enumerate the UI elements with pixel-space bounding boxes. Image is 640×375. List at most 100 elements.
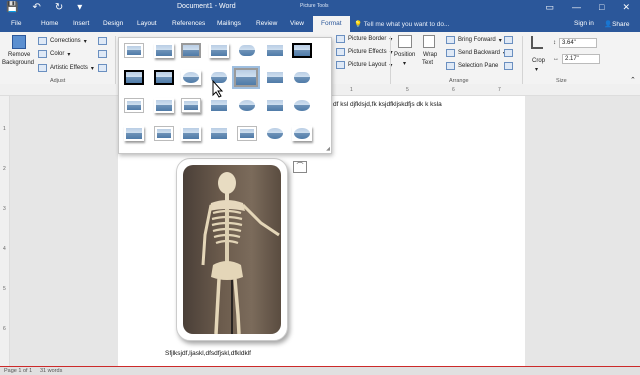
chevron-down-icon: ▾ <box>498 37 502 44</box>
sign-in-link[interactable]: Sign in <box>574 20 594 27</box>
selected-picture[interactable] <box>176 158 288 341</box>
remove-background-label: Background <box>2 60 35 66</box>
customize-qat-icon[interactable]: ▾ <box>77 2 82 13</box>
selection-pane-label: Selection Pane <box>458 63 499 69</box>
change-picture-icon[interactable] <box>98 50 107 58</box>
ribbon-display-icon[interactable]: ▭ <box>546 2 555 13</box>
close-button[interactable]: ✕ <box>622 2 630 13</box>
style-rounded-diagonal[interactable] <box>237 43 257 58</box>
reset-picture-icon[interactable] <box>98 64 107 72</box>
style-compound-frame[interactable] <box>292 98 312 113</box>
collapse-ribbon-icon[interactable]: ⌃ <box>630 76 636 84</box>
artistic-effects-button[interactable]: Artistic Effects ▾ <box>38 64 94 72</box>
style-thumbnail-image <box>267 128 283 139</box>
picture-effects-button[interactable]: Picture Effects ▾ <box>336 48 393 56</box>
style-metal-rounded[interactable] <box>265 98 285 113</box>
color-button[interactable]: Color ▾ <box>38 50 70 58</box>
style-beveled-matte[interactable] <box>154 43 174 58</box>
maximize-button[interactable]: □ <box>599 2 604 13</box>
chevron-down-icon: ▾ <box>535 67 539 73</box>
chevron-down-icon: ▾ <box>83 38 87 45</box>
share-button[interactable]: 👤Share <box>604 20 629 28</box>
style-drop-shadow-rectangle[interactable] <box>209 43 229 58</box>
width-field[interactable]: ↔ 2.17" <box>553 54 600 64</box>
picture-layout-button[interactable]: Picture Layout▾ <box>336 61 392 69</box>
crop-button[interactable]: Crop <box>532 58 545 64</box>
group-divider <box>390 36 391 86</box>
picture-border-button[interactable]: Picture Border▾ <box>336 35 392 43</box>
style-thumbnail-image <box>294 72 310 83</box>
send-backward-button[interactable]: Send Backward▾ <box>446 49 506 57</box>
style-thumbnail-image <box>211 128 227 139</box>
style-oval-metal[interactable] <box>265 126 285 141</box>
style-thumbnail-image <box>240 129 254 138</box>
remove-background-icon <box>12 35 26 49</box>
align-icon[interactable] <box>504 36 513 44</box>
save-icon[interactable]: 💾 <box>6 2 18 13</box>
tab-references[interactable]: References <box>172 20 205 27</box>
style-double-frame-black[interactable] <box>154 70 174 85</box>
style-center-shadow[interactable] <box>265 70 285 85</box>
resize-grip-icon[interactable]: ◢ <box>326 146 330 152</box>
layout-options-button[interactable]: ⌒ <box>293 161 307 173</box>
layout-options-icon: ⌒ <box>296 163 304 170</box>
page-count[interactable]: Page 1 of 1 <box>4 368 32 374</box>
style-bevel-perspective[interactable] <box>237 98 257 113</box>
style-soft-edge-rectangle[interactable] <box>292 70 312 85</box>
tab-home[interactable]: Home <box>41 20 58 27</box>
compress-pictures-icon[interactable] <box>98 37 107 45</box>
style-thumbnail-image <box>267 100 283 111</box>
style-thumbnail-image <box>156 72 172 83</box>
style-perspective-left[interactable] <box>154 126 174 141</box>
style-metal-frame[interactable] <box>181 43 201 58</box>
style-simple-frame-black[interactable] <box>292 43 312 58</box>
tab-layout[interactable]: Layout <box>137 20 157 27</box>
vertical-ruler: 1 2 3 4 5 6 <box>0 96 10 366</box>
style-metal-frame-2[interactable] <box>209 126 229 141</box>
selection-pane-button[interactable]: Selection Pane <box>446 62 498 70</box>
tab-design[interactable]: Design <box>103 20 123 27</box>
picture-border-label: Picture Border <box>348 36 387 42</box>
picture-border-icon <box>336 35 345 43</box>
document-text-line[interactable]: Sfjlksjdf,ljaskl,dfsdfjskl,dfkldklf <box>165 350 251 357</box>
remove-background-button[interactable]: Remove <box>8 52 30 58</box>
tab-format[interactable]: Format <box>313 16 350 32</box>
tab-mailings[interactable]: Mailings <box>217 20 241 27</box>
tab-review[interactable]: Review <box>256 20 277 27</box>
undo-icon[interactable]: ↶ <box>32 2 40 13</box>
tell-me-search[interactable]: 💡 Tell me what you want to do... <box>354 20 449 28</box>
style-soft-edge-oval[interactable] <box>181 70 201 85</box>
tab-view[interactable]: View <box>290 20 304 27</box>
style-perspective-right[interactable] <box>181 126 201 141</box>
corrections-icon <box>38 37 47 45</box>
bring-forward-button[interactable]: Bring Forward ▾ <box>446 36 502 44</box>
style-rotated-white[interactable] <box>124 98 144 113</box>
position-button[interactable]: Position <box>394 52 415 58</box>
height-field[interactable]: ↕ 3.64" <box>553 38 597 48</box>
style-bevel-rectangle[interactable] <box>124 126 144 141</box>
style-thick-matte-black[interactable] <box>124 70 144 85</box>
style-relaxed-perspective[interactable] <box>181 98 201 113</box>
document-text-line[interactable]: df ksl djfklsjd,fk ksjdfkljskdfjs dk k k… <box>333 101 442 108</box>
style-perspective-shadow[interactable] <box>154 98 174 113</box>
rotate-icon[interactable] <box>504 62 513 70</box>
width-value: 2.17" <box>562 54 600 64</box>
ruler-mark: 5 <box>406 87 409 93</box>
style-rounded-rectangle-hover[interactable] <box>232 66 260 89</box>
artistic-effects-icon <box>38 64 47 72</box>
tell-me-text: Tell me what you want to do... <box>363 21 450 28</box>
style-frame-bevel[interactable] <box>237 126 257 141</box>
group-icon[interactable] <box>504 49 513 57</box>
style-oval-bevel[interactable] <box>292 126 312 141</box>
tab-insert[interactable]: Insert <box>73 20 89 27</box>
corrections-button[interactable]: Corrections ▾ <box>38 37 87 45</box>
tab-file[interactable]: File <box>11 20 21 27</box>
minimize-button[interactable]: — <box>572 2 581 13</box>
wrap-text-button[interactable]: Wrap <box>423 52 437 58</box>
quick-access-toolbar: 💾 ↶ ↻ ▾ <box>6 2 82 13</box>
style-simple-frame-white[interactable] <box>124 43 144 58</box>
word-count[interactable]: 31 words <box>40 368 62 374</box>
style-snip-diagonal[interactable] <box>265 43 285 58</box>
style-reflected-perspective[interactable] <box>209 98 229 113</box>
redo-icon[interactable]: ↻ <box>55 2 63 13</box>
